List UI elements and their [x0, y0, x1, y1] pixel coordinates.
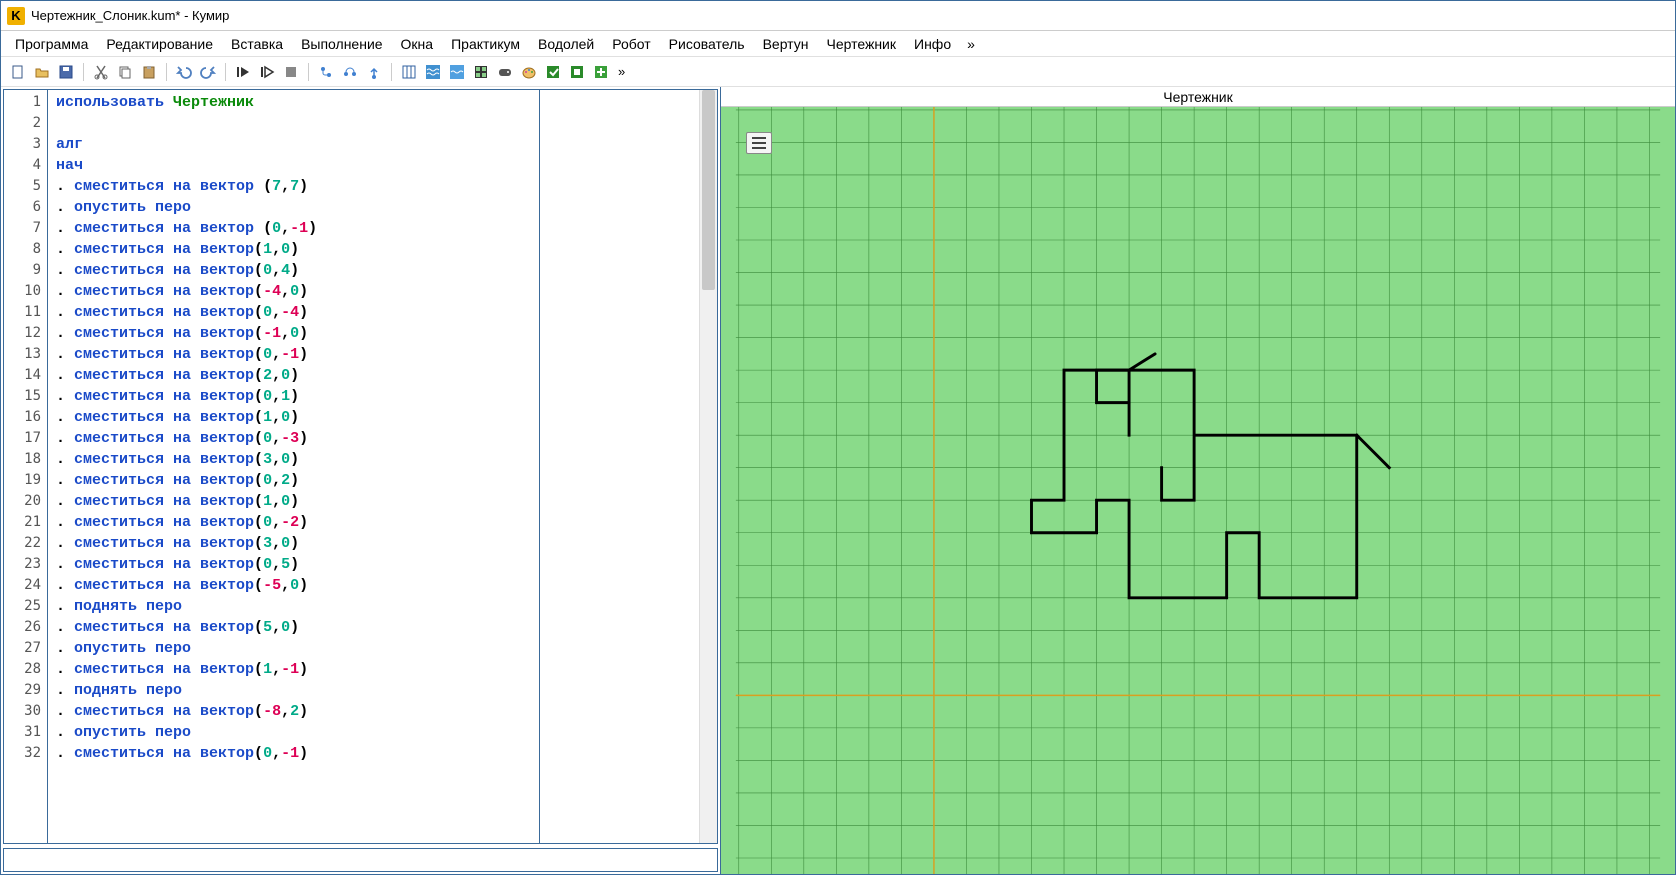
menu-Программа[interactable]: Программа — [7, 34, 96, 54]
drawer-canvas[interactable] — [721, 107, 1675, 874]
menu-Рисователь[interactable]: Рисователь — [661, 34, 753, 54]
cut-button[interactable] — [90, 61, 112, 83]
scrollbar-thumb[interactable] — [702, 90, 715, 290]
titlebar: K Чертежник_Слоник.kum* - Кумир — [1, 1, 1675, 31]
window-title: Чертежник_Слоник.kum* - Кумир — [31, 8, 229, 23]
canvas-menu-button[interactable] — [746, 132, 772, 154]
grid1-button[interactable] — [470, 61, 492, 83]
toolbar-more[interactable]: » — [614, 61, 629, 83]
save-button[interactable] — [55, 61, 77, 83]
step-out-button[interactable] — [363, 61, 385, 83]
menu-more[interactable]: » — [961, 34, 981, 54]
canvas-title: Чертежник — [721, 87, 1675, 107]
toolbar-separator — [83, 63, 84, 81]
menu-Вертун[interactable]: Вертун — [755, 34, 817, 54]
waves-button[interactable] — [422, 61, 444, 83]
step-into-button[interactable] — [315, 61, 337, 83]
toolbar-separator — [391, 63, 392, 81]
open-button[interactable] — [31, 61, 53, 83]
menu-Водолей[interactable]: Водолей — [530, 34, 602, 54]
waves2-button[interactable] — [446, 61, 468, 83]
menubar: ПрограммаРедактированиеВставкаВыполнение… — [1, 31, 1675, 57]
green2-button[interactable] — [566, 61, 588, 83]
command-input[interactable] — [3, 848, 718, 872]
step-over-button[interactable] — [339, 61, 361, 83]
copy-button[interactable] — [114, 61, 136, 83]
code-editor[interactable]: использовать Чертежник алгнач. сместитьс… — [48, 90, 539, 843]
toolbar: » — [1, 57, 1675, 87]
menu-Практикум[interactable]: Практикум — [443, 34, 528, 54]
menu-Робот[interactable]: Робот — [604, 34, 658, 54]
editor-margin — [539, 90, 699, 843]
line-gutter: 1234567891011121314151617181920212223242… — [4, 90, 48, 843]
menu-Редактирование[interactable]: Редактирование — [98, 34, 221, 54]
toolbar-separator — [225, 63, 226, 81]
window1-button[interactable] — [398, 61, 420, 83]
menu-Окна[interactable]: Окна — [393, 34, 442, 54]
toolbar-separator — [166, 63, 167, 81]
gamepad-button[interactable] — [494, 61, 516, 83]
canvas-pane: Чертежник — [721, 87, 1675, 874]
toolbar-separator — [308, 63, 309, 81]
paint-button[interactable] — [518, 61, 540, 83]
app-icon: K — [7, 7, 25, 25]
new-button[interactable] — [7, 61, 29, 83]
green1-button[interactable] — [542, 61, 564, 83]
green3-button[interactable] — [590, 61, 612, 83]
run-button[interactable] — [232, 61, 254, 83]
editor-pane: 1234567891011121314151617181920212223242… — [1, 87, 721, 874]
paste-button[interactable] — [138, 61, 160, 83]
stop-button[interactable] — [280, 61, 302, 83]
menu-Инфо[interactable]: Инфо — [906, 34, 959, 54]
menu-Вставка[interactable]: Вставка — [223, 34, 291, 54]
vertical-scrollbar[interactable] — [699, 90, 717, 843]
redo-button[interactable] — [197, 61, 219, 83]
menu-Выполнение[interactable]: Выполнение — [293, 34, 390, 54]
run-step-button[interactable] — [256, 61, 278, 83]
menu-Чертежник[interactable]: Чертежник — [818, 34, 904, 54]
undo-button[interactable] — [173, 61, 195, 83]
